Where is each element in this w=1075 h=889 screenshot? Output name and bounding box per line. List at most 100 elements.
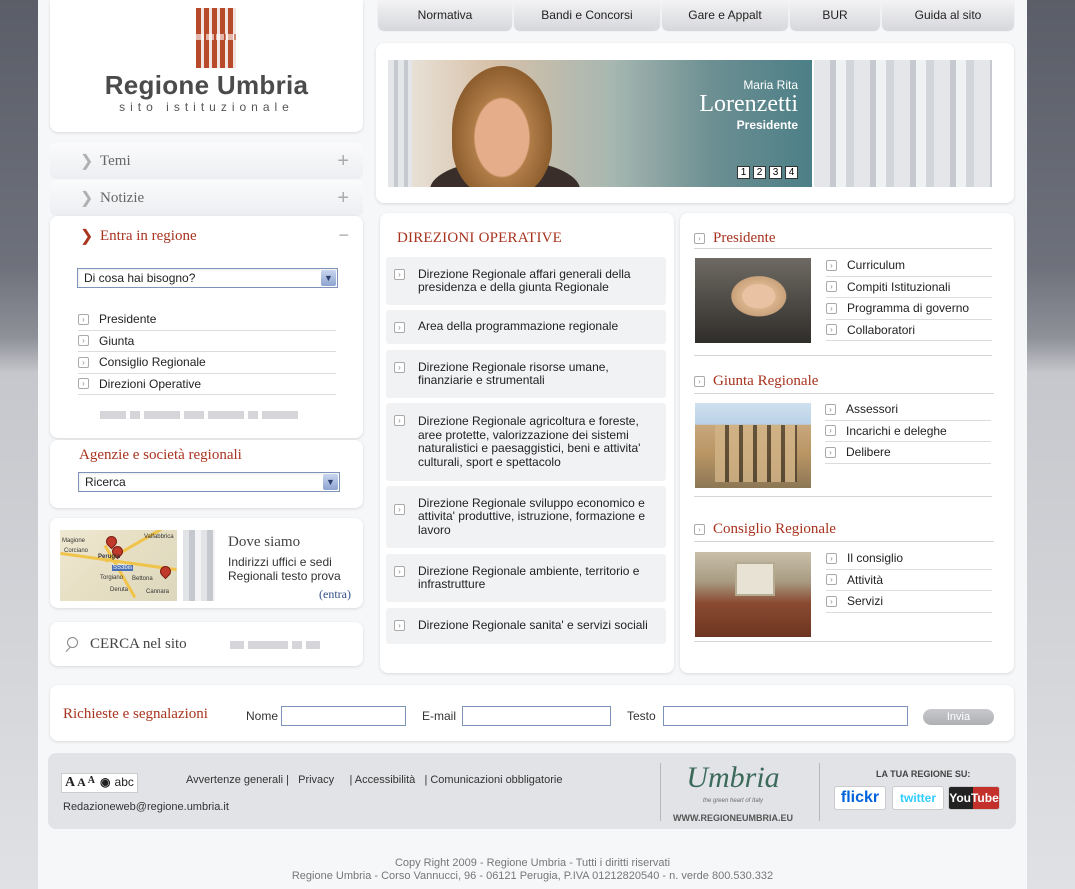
map-label: SS3bis — [112, 565, 134, 571]
youtube-button[interactable]: YouTube — [948, 786, 1000, 810]
nav-guida-sito[interactable]: Guida al sito — [882, 0, 1014, 30]
twitter-button[interactable]: twitter — [892, 786, 944, 810]
consiglio-heading[interactable]: › Consiglio Regionale — [694, 521, 836, 538]
font-size-small[interactable]: A — [88, 775, 95, 791]
link-curriculum[interactable]: › Curriculum — [826, 255, 992, 277]
direzioni-operative-panel: DIREZIONI OPERATIVE › Direzione Regionale… — [380, 213, 674, 673]
link-comunicazioni[interactable]: | Comunicazioni obbligatorie — [424, 774, 562, 786]
map-label: Deruta — [110, 587, 129, 593]
giunta-photo[interactable] — [695, 403, 811, 488]
direzione-item[interactable]: › Direzione Regionale sviluppo economico … — [386, 486, 666, 548]
site-search[interactable]: CERCA nel sito — [50, 622, 363, 666]
font-size-large[interactable]: A — [65, 775, 75, 791]
consiglio-photo[interactable] — [695, 552, 811, 637]
arrow-box-icon: › — [78, 378, 89, 390]
banner-page-3[interactable]: 3 — [769, 166, 782, 179]
banner-first-name: Maria Rita — [743, 78, 798, 92]
chevron-right-icon: ❯ — [80, 190, 94, 207]
menu-temi[interactable]: ❯ Temi + — [50, 143, 363, 179]
presidente-photo[interactable] — [695, 258, 811, 343]
umbria-url-link[interactable]: WWW.REGIONEUMBRIA.EU — [668, 813, 798, 823]
entra-links: › Presidente › Giunta › Consiglio Regionale… — [78, 309, 336, 395]
chevron-right-icon: ❯ — [80, 153, 94, 170]
text-only-toggle[interactable]: abc — [115, 775, 134, 791]
banner-caption: Maria Rita Lorenzetti Presidente — [699, 78, 798, 132]
photo-shape — [452, 66, 552, 187]
president-photo[interactable]: Maria Rita Lorenzetti Presidente 1 2 3 4 — [412, 60, 812, 187]
map-label: Perugia — [98, 554, 121, 560]
direzione-item[interactable]: › Direzione Regionale agricoltura e fores… — [386, 403, 666, 481]
location-map[interactable]: Magione Corciano Perugia Torgiano Betton… — [60, 530, 177, 601]
site-logo[interactable]: Regione Umbria sito istituzionale — [50, 0, 363, 132]
testo-input[interactable] — [663, 706, 908, 726]
nav-bur[interactable]: BUR — [790, 0, 880, 30]
nome-input[interactable] — [281, 706, 406, 726]
umbria-tagline: the green heart of Italy — [702, 798, 764, 804]
link-il-consiglio[interactable]: › Il consiglio — [826, 548, 992, 570]
arrow-box-icon: › — [825, 403, 836, 415]
copyright: Copy Right 2009 - Regione Umbria - Tutti… — [38, 857, 1027, 883]
banner-page-2[interactable]: 2 — [753, 166, 766, 179]
search-label: CERCA nel sito — [90, 635, 187, 652]
link-consiglio-regionale[interactable]: › Consiglio Regionale — [78, 352, 336, 374]
redazione-email[interactable]: Redazioneweb@regione.umbria.it — [63, 801, 229, 813]
divider — [694, 248, 992, 249]
social-label: LA TUA REGIONE SU: — [876, 769, 971, 779]
agenzie-select[interactable]: Ricerca ▼ — [78, 472, 340, 492]
arrow-box-icon: › — [825, 425, 836, 437]
direzione-item[interactable]: › Direzione Regionale affari generali del… — [386, 257, 666, 305]
banner-pagination: 1 2 3 4 — [737, 166, 798, 179]
presidente-heading[interactable]: › Presidente — [694, 230, 775, 247]
menu-entra-in-regione[interactable]: ❯ Entra in regione − — [50, 218, 363, 254]
top-navigation: Normativa Bandi e Concorsi Gare e Appalt… — [378, 0, 1014, 30]
istituzioni-panel: › Presidente › Curriculum › Compiti Istituz… — [680, 213, 1014, 673]
link-collaboratori[interactable]: › Collaboratori — [826, 320, 992, 341]
link-servizi[interactable]: › Servizi — [826, 591, 992, 613]
link-delibere[interactable]: › Delibere — [825, 442, 991, 464]
link-attivita[interactable]: › Attività — [826, 570, 992, 591]
map-label: Valfabbrica — [144, 534, 174, 540]
font-size-medium[interactable]: A — [77, 775, 86, 791]
dove-siamo-text: Indirizzi uffici e sedi Regionali testo … — [228, 555, 341, 583]
arrow-box-icon: › — [394, 504, 405, 515]
divider — [694, 355, 992, 356]
direzione-item[interactable]: › Direzione Regionale sanita' e servizi s… — [386, 608, 666, 644]
chevron-right-icon: ❯ — [80, 228, 94, 245]
direzione-item[interactable]: › Direzione Regionale risorse umane, fina… — [386, 350, 666, 398]
banner-page-1[interactable]: 1 — [737, 166, 750, 179]
link-presidente[interactable]: › Presidente — [78, 309, 336, 331]
page: Regione Umbria sito istituzionale Normat… — [38, 0, 1027, 889]
banner-page-4[interactable]: 4 — [785, 166, 798, 179]
email-label: E-mail — [422, 709, 457, 723]
giunta-heading[interactable]: › Giunta Regionale — [694, 373, 818, 390]
link-avvertenze[interactable]: Avvertenze generali | — [186, 774, 289, 786]
menu-notizie[interactable]: ❯ Notizie + — [50, 180, 363, 216]
dove-siamo-entra-link[interactable]: (entra) — [319, 587, 351, 602]
direzione-item[interactable]: › Area della programmazione regionale — [386, 310, 666, 344]
right-background-band — [1027, 0, 1075, 889]
contrast-eye-icon[interactable]: ◉ — [100, 775, 110, 791]
nav-gare-appalti[interactable]: Gare e Appalt — [662, 0, 788, 30]
link-accessibilita[interactable]: | Accessibilità — [349, 774, 415, 786]
invia-button[interactable]: Invia — [923, 709, 994, 725]
arrow-box-icon: › — [826, 259, 837, 271]
nav-normativa[interactable]: Normativa — [378, 0, 512, 30]
link-assessori[interactable]: › Assessori — [825, 399, 991, 421]
link-privacy[interactable]: Privacy — [298, 774, 334, 786]
link-giunta[interactable]: › Giunta — [78, 331, 336, 352]
arrow-box-icon: › — [826, 595, 837, 607]
link-incarichi-deleghe[interactable]: › Incarichi e deleghe — [825, 421, 991, 442]
arrow-box-icon: › — [394, 415, 405, 426]
direzioni-title: DIREZIONI OPERATIVE — [397, 230, 563, 246]
link-direzioni-operative[interactable]: › Direzioni Operative — [78, 374, 336, 395]
email-input[interactable] — [462, 706, 611, 726]
nav-bandi-concorsi[interactable]: Bandi e Concorsi — [514, 0, 660, 30]
link-compiti-istituzionali[interactable]: › Compiti Istituzionali — [826, 277, 992, 298]
decorative-pager — [100, 411, 298, 419]
link-programma-governo[interactable]: › Programma di governo — [826, 298, 992, 320]
flickr-button[interactable]: flickr — [834, 786, 886, 810]
dove-siamo-box: Magione Corciano Perugia Torgiano Betton… — [50, 518, 363, 608]
arrow-box-icon: › — [394, 566, 405, 577]
direzione-item[interactable]: › Direzione Regionale ambiente, territori… — [386, 554, 666, 602]
need-select[interactable]: Di cosa hai bisogno? ▼ — [77, 268, 338, 288]
